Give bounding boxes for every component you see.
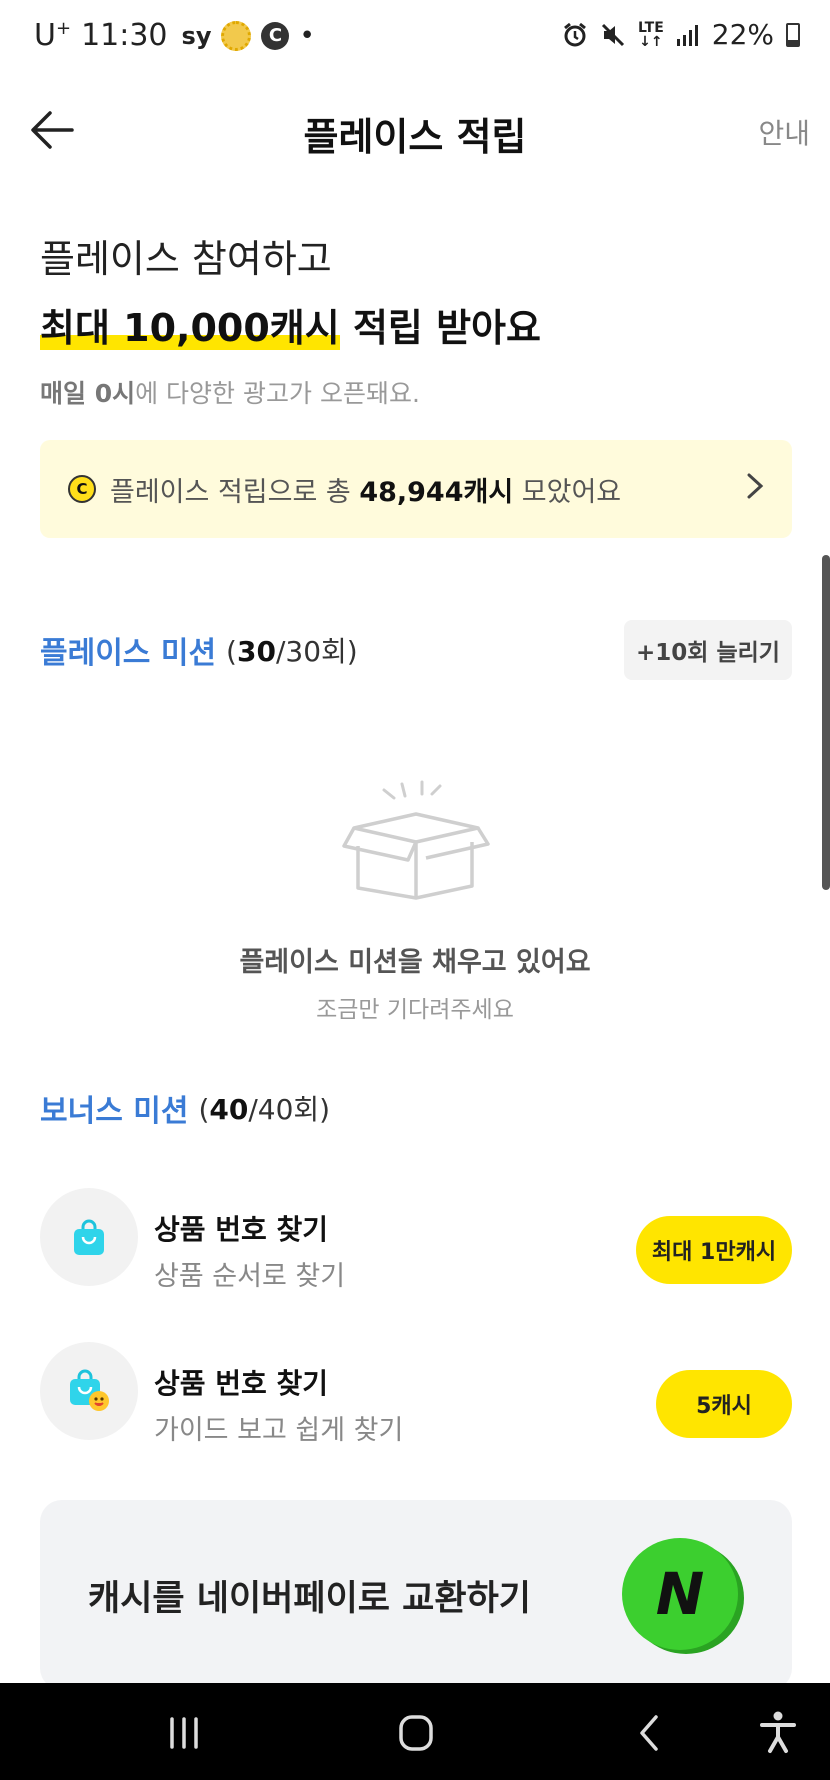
clock: 11:30 <box>81 18 168 53</box>
hero-highlight: 최대 10,000캐시 <box>40 306 340 350</box>
page-title: 플레이스 적립 <box>303 115 527 159</box>
bonus-item-title: 상품 번호 찾기 <box>154 1367 329 1400</box>
status-bar: U+ 11:30 sy C • LTE ↓↑ 22% <box>0 0 830 72</box>
empty-box-icon <box>342 780 490 900</box>
hero: 플레이스 참여하고 최대 10,000캐시 적립 받아요 매일 0시에 다양한 … <box>40 228 541 410</box>
back-icon <box>640 1715 658 1751</box>
add-10-times-button[interactable]: +10회 늘리기 <box>624 620 792 680</box>
status-left: U+ 11:30 sy C • <box>34 18 315 53</box>
home-button[interactable] <box>386 1703 446 1763</box>
naver-logo-letter: N <box>655 1560 705 1628</box>
notification-dot: • <box>299 20 315 51</box>
back-nav-button[interactable] <box>620 1703 680 1763</box>
c-badge-icon: C <box>261 21 290 50</box>
status-right: LTE ↓↑ 22% <box>562 18 800 51</box>
total-earned-banner[interactable]: C 플레이스 적립으로 총 48,944캐시 모았어요 <box>40 440 792 538</box>
home-icon <box>399 1715 433 1751</box>
bonus-mission-count: (40/40회) <box>198 1093 331 1126</box>
exchange-label: 캐시를 네이버페이로 교환하기 <box>88 1579 531 1619</box>
bonus-item-subtitle: 상품 순서로 찾기 <box>154 1261 346 1292</box>
reward-pill[interactable]: 최대 1만캐시 <box>636 1216 792 1284</box>
empty-state-subtitle: 조금만 기다려주세요 <box>316 997 514 1023</box>
total-amount: 48,944캐시 <box>359 476 514 508</box>
empty-state-title: 플레이스 미션을 채우고 있어요 <box>239 947 591 978</box>
signal-icon <box>676 24 698 46</box>
battery-percent: 22% <box>711 18 774 51</box>
recents-button[interactable] <box>154 1703 214 1763</box>
battery-icon <box>786 22 800 47</box>
bonus-mission-header: 보너스 미션 (40/40회) <box>40 1086 330 1130</box>
recents-icon <box>170 1717 198 1749</box>
reward-pill[interactable]: 5캐시 <box>656 1370 792 1438</box>
bonus-mission-title: 보너스 미션 <box>40 1094 189 1129</box>
total-earned-text: 플레이스 적립으로 총 48,944캐시 모았어요 <box>110 476 622 508</box>
place-mission-header: 플레이스 미션 (30/30회) <box>40 628 358 672</box>
scrollbar[interactable] <box>822 555 830 890</box>
shopping-bag-icon <box>40 1188 138 1286</box>
place-mission-title: 플레이스 미션 <box>40 636 217 671</box>
lte-icon: LTE ↓↑ <box>638 19 664 50</box>
hero-subtitle: 매일 0시에 다양한 광고가 오픈돼요. <box>40 374 541 410</box>
accessibility-button[interactable] <box>748 1703 808 1763</box>
exchange-naverpay-card[interactable]: 캐시를 네이버페이로 교환하기 N <box>40 1500 792 1690</box>
alarm-icon <box>564 22 586 46</box>
coin-icon: C <box>68 475 96 503</box>
carrier-label: U+ <box>34 18 72 53</box>
sun-icon <box>221 20 252 51</box>
hero-line2: 최대 10,000캐시 적립 받아요 <box>40 297 541 352</box>
sy-indicator: sy <box>181 21 212 50</box>
bonus-item-subtitle: 가이드 보고 쉽게 찾기 <box>154 1415 404 1446</box>
mute-icon <box>601 23 625 46</box>
hero-line2-rest: 적립 받아요 <box>339 306 541 350</box>
hero-sub-rest: 에 다양한 광고가 오픈돼요. <box>135 379 420 408</box>
hero-line1: 플레이스 참여하고 <box>40 237 332 281</box>
hero-sub-bold: 매일 0시 <box>40 379 136 408</box>
naver-coin-icon: N <box>622 1538 738 1650</box>
bonus-item-title: 상품 번호 찾기 <box>154 1213 329 1246</box>
bonus-mission-item[interactable]: 상품 번호 찾기 가이드 보고 쉽게 찾기 5캐시 <box>40 1340 792 1470</box>
app-bar: 플레이스 적립 안내 <box>0 90 830 170</box>
bonus-mission-item[interactable]: 상품 번호 찾기 상품 순서로 찾기 최대 1만캐시 <box>40 1186 792 1316</box>
chevron-right-icon <box>746 470 764 508</box>
accessibility-icon <box>760 1711 796 1753</box>
shopping-bag-guide-icon <box>40 1342 138 1440</box>
place-mission-count: (30/30회) <box>226 635 358 668</box>
guide-link[interactable]: 안내 <box>758 112 810 152</box>
system-nav-bar <box>0 1683 830 1780</box>
